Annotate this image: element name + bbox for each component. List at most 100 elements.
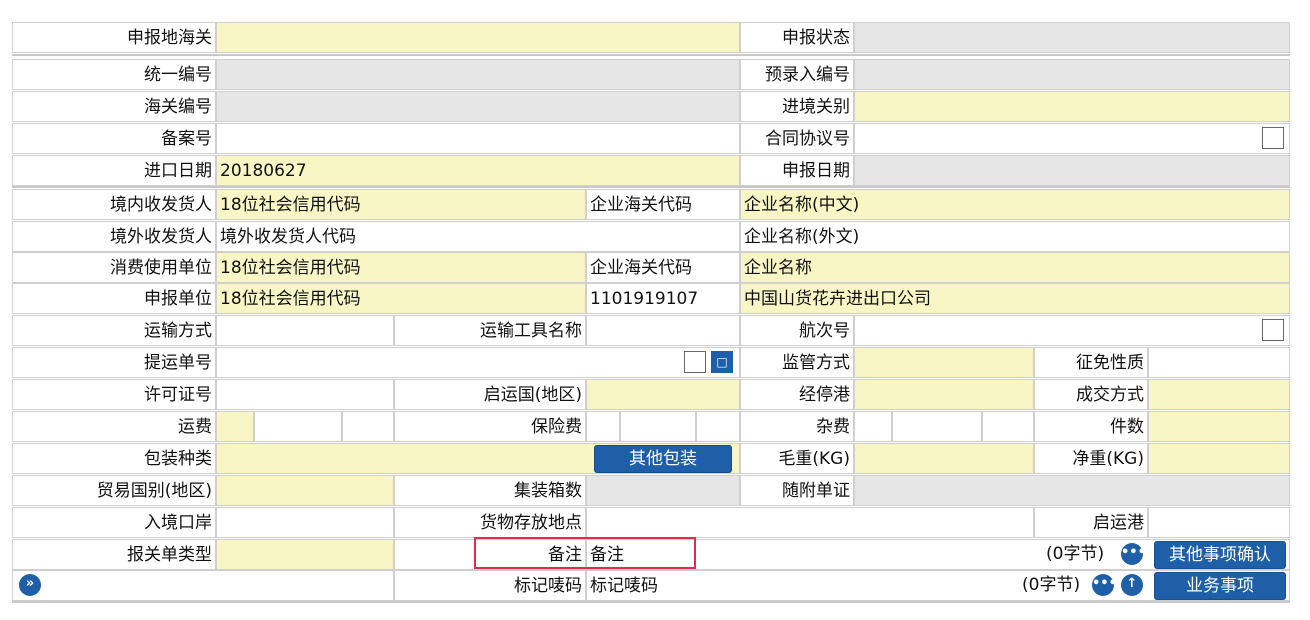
foreign-code-field[interactable]: 境外收发货人代码 [216,221,740,252]
insurance-mark-field[interactable] [586,411,620,442]
net-weight-label: 净重(KG) [1034,443,1148,474]
voyage-checkbox[interactable] [1262,319,1284,341]
freight-label: 运费 [12,411,216,442]
unified-no-field [216,59,740,90]
pieces-label: 件数 [1034,411,1148,442]
misc-rate-field[interactable] [892,411,982,442]
pre-entry-label: 预录入编号 [740,59,854,90]
consumer-code-field[interactable]: 18位社会信用代码 [216,252,586,283]
voyage-label: 航次号 [740,315,854,346]
double-chevron-right-icon[interactable]: » [19,574,41,596]
bottom-divider [12,601,1290,603]
contract-label: 合同协议号 [740,123,854,154]
dep-port-field[interactable] [1148,507,1290,538]
misc-currency-field[interactable] [982,411,1034,442]
stop-port-label: 经停港 [740,379,854,410]
declarant-code-field[interactable]: 18位社会信用代码 [216,283,586,314]
other-confirm-button[interactable]: 其他事项确认 [1154,541,1286,569]
docs-field [854,475,1290,506]
declarant-name-field[interactable]: 中国山货花卉进出口公司 [740,283,1290,314]
foreign-name-field[interactable]: 企业名称(外文) [740,221,1290,252]
declare-date-field [854,155,1290,186]
consumer-customs-code-field[interactable]: 企业海关代码 [586,252,740,283]
transport-mode-label: 运输方式 [12,315,216,346]
tax-field[interactable] [1148,347,1290,378]
trade-country-field[interactable] [216,475,394,506]
entry-port-field[interactable] [216,507,394,538]
net-weight-field[interactable] [1148,443,1290,474]
freight-rate-field[interactable] [254,411,342,442]
record-no-field[interactable] [216,123,740,154]
voyage-field[interactable] [854,315,1290,346]
packing-label: 包装种类 [12,443,216,474]
declaration-type-label: 报关单类型 [12,539,216,570]
business-button[interactable]: 业务事项 [1154,572,1286,600]
marks-left-area [12,570,394,601]
ie-port-label: 进境关别 [740,91,854,122]
dep-port-label: 启运港 [1034,507,1148,538]
marks-label: 标记唛码 [394,570,586,601]
declarant-label: 申报单位 [12,283,216,314]
section-divider [12,186,1290,188]
bill-label: 提运单号 [12,347,216,378]
misc-mark-field[interactable] [854,411,892,442]
bill-field[interactable] [216,347,740,378]
entry-port-label: 入境口岸 [12,507,216,538]
storage-field[interactable] [586,507,1034,538]
gross-weight-field[interactable] [854,443,1034,474]
origin-field[interactable] [586,379,740,410]
import-date-field[interactable]: 20180627 [216,155,740,186]
remark-byte-count: (0字节) [1046,544,1105,564]
declare-date-label: 申报日期 [740,155,854,186]
pre-entry-field [854,59,1290,90]
status-label: 申报状态 [740,22,854,53]
container-field [586,475,740,506]
arrow-up-icon[interactable]: ↑ [1121,574,1143,596]
declaration-type-field[interactable] [216,539,394,570]
more-icon[interactable]: ••• [1092,574,1117,596]
insurance-currency-field[interactable] [696,411,740,442]
license-label: 许可证号 [12,379,216,410]
consignee-name-field[interactable]: 企业名称(中文) [740,189,1290,220]
declarant-customs-code-field[interactable]: 1101919107 [586,283,740,314]
record-no-label: 备案号 [12,123,216,154]
pieces-field[interactable] [1148,411,1290,442]
freight-currency-field[interactable] [342,411,394,442]
customs-label: 申报地海关 [12,22,216,53]
gross-weight-label: 毛重(KG) [740,443,854,474]
contract-field[interactable] [854,123,1290,154]
container-label: 集装箱数 [394,475,586,506]
deal-label: 成交方式 [1034,379,1148,410]
freight-mark-field[interactable] [216,411,254,442]
marks-byte-count: (0字节) [1022,575,1081,595]
origin-label: 启运国(地区) [394,379,586,410]
transport-mode-field[interactable] [216,315,394,346]
insurance-label: 保险费 [394,411,586,442]
other-packing-button[interactable]: 其他包装 [594,445,732,473]
consignee-customs-code-field[interactable]: 企业海关代码 [586,189,740,220]
insurance-rate-field[interactable] [620,411,696,442]
transport-tool-field[interactable] [586,315,740,346]
customs-no-field [216,91,740,122]
contract-checkbox[interactable] [1262,127,1284,149]
import-date-label: 进口日期 [12,155,216,186]
deal-field[interactable] [1148,379,1290,410]
bill-checkbox[interactable] [684,351,706,373]
customs-field[interactable] [216,22,740,53]
stop-port-field[interactable] [854,379,1034,410]
misc-label: 杂费 [740,411,854,442]
document-icon[interactable]: □ [711,351,733,373]
more-icon[interactable]: ••• [1121,543,1146,565]
supervision-field[interactable] [854,347,1034,378]
ie-port-field[interactable] [854,91,1290,122]
consignee-code-field[interactable]: 18位社会信用代码 [216,189,586,220]
consumer-name-field[interactable]: 企业名称 [740,252,1290,283]
status-field [854,22,1290,53]
docs-label: 随附单证 [740,475,854,506]
unified-no-label: 统一编号 [12,59,216,90]
license-field[interactable] [216,379,394,410]
consumer-label: 消费使用单位 [12,252,216,283]
foreign-label: 境外收发货人 [12,221,216,252]
customs-no-label: 海关编号 [12,91,216,122]
trade-country-label: 贸易国别(地区) [12,475,216,506]
